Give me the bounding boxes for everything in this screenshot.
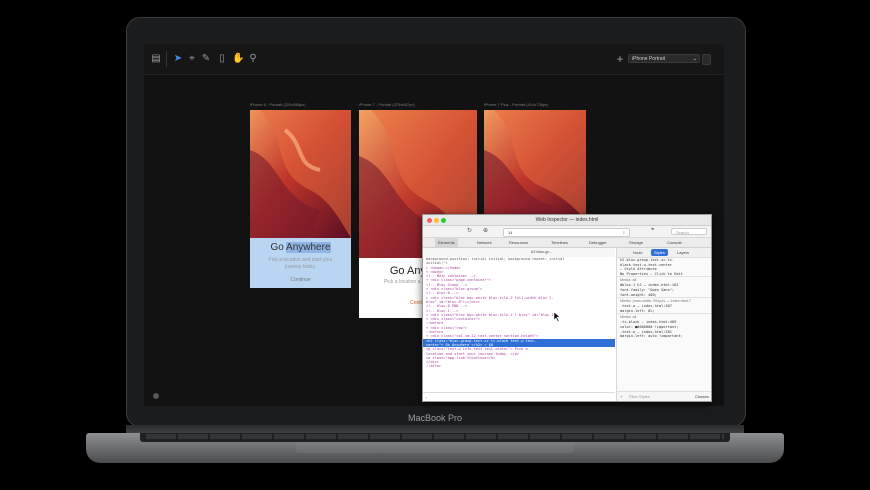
mouse-cursor-icon <box>554 312 561 322</box>
reload-icon[interactable]: ↻ <box>467 227 472 234</box>
device-select[interactable]: iPhone Portrait ⌄ <box>628 54 700 63</box>
canyon-photo <box>484 110 586 220</box>
tab-debugger[interactable]: Debugger <box>589 238 607 247</box>
pen-icon[interactable]: ✎ <box>200 53 212 65</box>
phone-icon[interactable]: ▯ <box>216 53 228 65</box>
laptop-brand: MacBook Pro <box>407 413 463 423</box>
settings-dot-icon[interactable] <box>153 393 159 399</box>
device-label: iPhone 7 Plus - Portrait (414x736px) <box>484 102 549 107</box>
pointer-icon[interactable]: ➤ <box>172 53 184 65</box>
warning-count: 1 <box>622 230 625 235</box>
heading-text: Go <box>270 242 287 253</box>
sidebar-tabs: Node Styles Layers <box>617 248 711 258</box>
style-media-header: Media: all <box>617 313 711 320</box>
crosshair-icon[interactable]: ⌖ <box>186 53 198 65</box>
device-select-value: iPhone Portrait <box>632 56 666 62</box>
inspector-titlebar[interactable]: Web Inspector — index.html <box>423 215 711 226</box>
console-input[interactable]: › <box>423 392 615 401</box>
inspector-title: Web Inspector — index.html <box>535 217 599 223</box>
device-preview-iphone7plus[interactable] <box>484 110 586 220</box>
trackpad <box>296 442 574 453</box>
zoom-icon[interactable]: ⚲ <box>247 53 259 65</box>
inspector-tabs: Elements Network Resources Timelines Deb… <box>423 238 711 248</box>
tab-timelines[interactable]: Timelines <box>551 238 568 247</box>
inspector-toolbar: ↻ ⊕ 14 1 ⌖ Search <box>423 226 711 238</box>
resource-summary[interactable]: 14 1 <box>503 228 630 237</box>
dom-node-line[interactable]: ::after <box>423 364 615 368</box>
device-toggle[interactable] <box>702 54 711 65</box>
device-label: iPhone 6 - Portrait (320x568px) <box>250 102 306 107</box>
tab-storage[interactable]: Storage <box>629 238 643 247</box>
device-preview-iphone6[interactable]: Go Anywhere Pick a location and start yo… <box>250 110 351 288</box>
tab-node[interactable]: Node <box>633 248 643 257</box>
document-count: 14 <box>508 230 513 235</box>
style-media-header: Media: (max-width: 991px) — index.html:7 <box>617 297 711 304</box>
toolbar-divider <box>166 51 167 67</box>
device-heading[interactable]: Go Anywhere <box>250 242 351 253</box>
device-subtext: Pick a location and start your journey t… <box>268 257 333 270</box>
tab-elements[interactable]: Elements <box>435 238 458 247</box>
style-rule-line[interactable]: margin-left: auto !important; <box>617 334 711 339</box>
hand-icon[interactable]: ✋ <box>232 53 244 65</box>
tab-resources[interactable]: Resources <box>509 238 528 247</box>
download-icon[interactable]: ⊕ <box>483 227 488 234</box>
tab-styles[interactable]: Styles <box>651 249 668 256</box>
minimize-button[interactable] <box>434 218 439 223</box>
crosshair-icon[interactable]: ⌖ <box>651 227 654 234</box>
styles-list[interactable]: h2.bloc-group-text-xc.tc-black.text-w.te… <box>617 258 711 339</box>
chevron-down-icon: ⌄ <box>692 56 697 62</box>
dom-path[interactable]: h2.bloc-gr... <box>531 249 552 254</box>
filter-styles-input[interactable]: Filter Styles <box>629 392 650 401</box>
search-input[interactable]: Search <box>671 228 707 235</box>
keyboard-row <box>146 434 724 439</box>
tab-layers[interactable]: Layers <box>677 248 689 257</box>
style-media-header: Media: all <box>617 276 711 283</box>
add-rule-icon[interactable]: + <box>620 392 622 401</box>
app-toolbar: ▤ ➤ ⌖ ✎ ▯ ✋ ⚲ + iPhone Portrait ⌄ <box>144 44 724 75</box>
canyon-photo <box>250 110 351 238</box>
close-button[interactable] <box>427 218 432 223</box>
heading-selected-text: Anywhere <box>286 242 331 253</box>
pages-icon[interactable]: ▤ <box>150 53 162 65</box>
styles-sidebar: Node Styles Layers h2.bloc-group-text-xc… <box>616 248 711 401</box>
tab-network[interactable]: Network <box>477 238 492 247</box>
dom-tree[interactable]: background-position: initial initial; ba… <box>423 257 615 391</box>
zoom-button[interactable] <box>441 218 446 223</box>
add-icon[interactable]: + <box>614 53 626 65</box>
web-inspector-window[interactable]: Web Inspector — index.html ↻ ⊕ 14 1 ⌖ Se… <box>422 214 712 402</box>
classes-button[interactable]: Classes <box>695 392 709 401</box>
device-label: iPhone 7 - Portrait (375x667px) <box>359 102 415 107</box>
laptop-hinge <box>126 425 744 433</box>
styles-filter-bar: + Filter Styles Classes <box>617 391 711 401</box>
continue-link[interactable]: Continue <box>250 277 351 283</box>
tab-console[interactable]: Console <box>667 238 682 247</box>
